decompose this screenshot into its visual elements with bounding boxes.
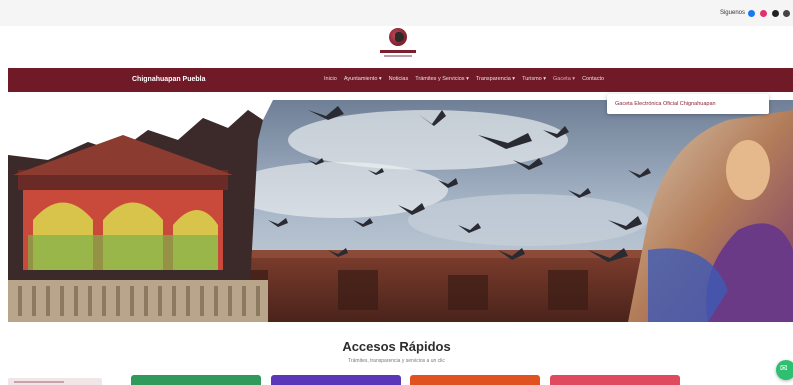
nav-item-turismo[interactable]: Turismo ▾ <box>522 76 546 82</box>
nav-menu: Inicio Ayuntamiento ▾ Noticias Trámites … <box>324 76 604 82</box>
gaceta-dropdown: Gaceta Electrónica Oficial Chignahuapan <box>607 94 769 114</box>
nav-item-ayuntamiento[interactable]: Ayuntamiento ▾ <box>344 76 382 82</box>
instagram-icon[interactable] <box>760 10 767 17</box>
nav-item-noticias[interactable]: Noticias <box>389 76 409 82</box>
side-link-button[interactable] <box>8 378 102 385</box>
nav-brand[interactable]: Chignahuapan Puebla <box>132 76 206 83</box>
hero-image <box>8 100 793 322</box>
youtube-icon[interactable] <box>772 10 779 17</box>
site-logo[interactable] <box>380 28 416 62</box>
page: Siguenos Chignahuapan Puebla Inicio Ayun… <box>0 0 793 385</box>
nav-item-inicio[interactable]: Inicio <box>324 76 337 82</box>
x-icon[interactable] <box>783 10 790 17</box>
hero-banner <box>8 100 793 322</box>
logo-mark-icon <box>389 28 407 46</box>
quick-access-card-1[interactable] <box>131 375 261 385</box>
quick-access-subtitle: Trámites, transparencia y servicios a un… <box>348 358 445 364</box>
quick-access-card-2[interactable] <box>271 375 401 385</box>
dropdown-item-gaceta[interactable]: Gaceta Electrónica Oficial Chignahuapan <box>615 101 716 107</box>
quick-access-card-4[interactable] <box>550 375 680 385</box>
quick-access-card-3[interactable] <box>410 375 540 385</box>
facebook-icon[interactable] <box>748 10 755 17</box>
chat-icon[interactable] <box>776 360 793 380</box>
nav-item-transparencia[interactable]: Transparencia ▾ <box>476 76 515 82</box>
quick-access-title: Accesos Rápidos <box>342 339 451 354</box>
nav-item-contacto[interactable]: Contacto <box>582 76 604 82</box>
social-label: Siguenos <box>719 10 745 16</box>
nav-item-tramites[interactable]: Trámites y Servicios ▾ <box>415 76 469 82</box>
nav-item-gaceta[interactable]: Gaceta ▾ <box>553 76 575 82</box>
top-bar: Siguenos <box>0 0 793 26</box>
main-nav: Chignahuapan Puebla Inicio Ayuntamiento … <box>8 68 793 92</box>
